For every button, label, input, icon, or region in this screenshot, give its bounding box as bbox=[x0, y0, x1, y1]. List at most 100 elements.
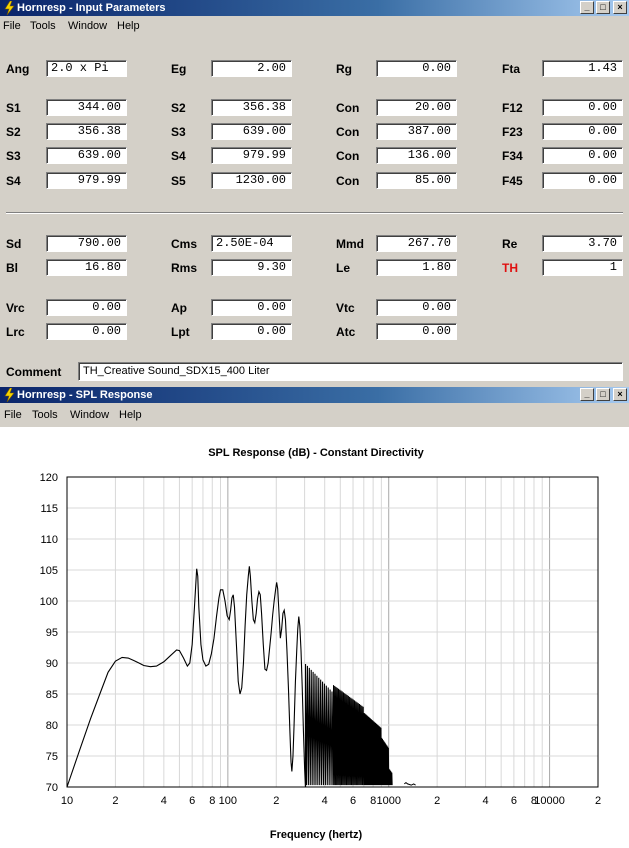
spl-response-chart: SPL Response (dB) - Constant Directivity… bbox=[40, 447, 601, 841]
param-field-s5-4-1[interactable]: 1230.00 bbox=[211, 172, 292, 189]
param-field-bl-6-0[interactable]: 16.80 bbox=[46, 259, 127, 276]
param-field-rms-6-1[interactable]: 9.30 bbox=[211, 259, 292, 276]
param-field-vtc-7-2[interactable]: 0.00 bbox=[376, 299, 457, 316]
param-field-lrc-8-0[interactable]: 0.00 bbox=[46, 323, 127, 340]
section-divider bbox=[6, 212, 623, 214]
close-button[interactable]: × bbox=[613, 388, 627, 401]
param-label-atc-8-2: Atc bbox=[336, 325, 356, 339]
x-tick-label: 2 bbox=[273, 795, 279, 807]
param-label-s2-1-1: S2 bbox=[171, 101, 186, 115]
x-tick-label: 6 bbox=[511, 795, 517, 807]
lightning-icon bbox=[4, 388, 15, 402]
param-field-con-2-2[interactable]: 387.00 bbox=[376, 123, 457, 140]
minimize-button[interactable]: _ bbox=[580, 388, 594, 401]
param-field-s2-1-1[interactable]: 356.38 bbox=[211, 99, 292, 116]
param-label-f23-2-3: F23 bbox=[502, 125, 523, 139]
param-label-f12-1-3: F12 bbox=[502, 101, 523, 115]
param-field-s2-2-0[interactable]: 356.38 bbox=[46, 123, 127, 140]
comment-field[interactable]: TH_Creative Sound_SDX15_400 Liter bbox=[78, 362, 623, 381]
maximize-button[interactable]: □ bbox=[596, 1, 610, 14]
menu-window[interactable]: Window bbox=[70, 409, 109, 421]
param-field-sd-5-0[interactable]: 790.00 bbox=[46, 235, 127, 252]
x-tick-label: 8 bbox=[370, 795, 376, 807]
param-field-f45-4-3[interactable]: 0.00 bbox=[542, 172, 623, 189]
spl-response-titlebar[interactable]: Hornresp - SPL Response _ □ × bbox=[0, 387, 629, 403]
param-field-eg-0-1[interactable]: 2.00 bbox=[211, 60, 292, 77]
param-field-atc-8-2[interactable]: 0.00 bbox=[376, 323, 457, 340]
param-field-f34-3-3[interactable]: 0.00 bbox=[542, 147, 623, 164]
param-field-con-3-2[interactable]: 136.00 bbox=[376, 147, 457, 164]
param-field-lpt-8-1[interactable]: 0.00 bbox=[211, 323, 292, 340]
input-parameters-titlebar[interactable]: Hornresp - Input Parameters _ □ × bbox=[0, 0, 629, 16]
y-tick-label: 110 bbox=[40, 534, 58, 546]
maximize-button[interactable]: □ bbox=[596, 388, 610, 401]
close-button[interactable]: × bbox=[613, 1, 627, 14]
param-label-sd-5-0: Sd bbox=[6, 237, 22, 251]
param-label-con-2-2: Con bbox=[336, 125, 360, 139]
param-label-le-6-2: Le bbox=[336, 261, 351, 275]
menu-tools[interactable]: Tools bbox=[30, 20, 56, 32]
menu-file[interactable]: File bbox=[3, 20, 21, 32]
y-tick-label: 105 bbox=[40, 565, 58, 577]
param-label-re-5-3: Re bbox=[502, 237, 518, 251]
param-label-bl-6-0: Bl bbox=[6, 261, 18, 275]
param-field-fta-0-3[interactable]: 1.43 bbox=[542, 60, 623, 77]
minimize-button[interactable]: _ bbox=[580, 1, 594, 14]
spl-response-window: Hornresp - SPL Response _ □ × File Tools… bbox=[0, 387, 629, 848]
param-field-ap-7-1[interactable]: 0.00 bbox=[211, 299, 292, 316]
menu-help[interactable]: Help bbox=[117, 20, 140, 32]
x-tick-label: 6 bbox=[350, 795, 356, 807]
param-field-s3-2-1[interactable]: 639.00 bbox=[211, 123, 292, 140]
y-tick-label: 95 bbox=[46, 627, 58, 639]
y-tick-label: 115 bbox=[40, 503, 58, 515]
param-label-f34-3-3: F34 bbox=[502, 149, 523, 163]
x-tick-label: 6 bbox=[189, 795, 195, 807]
param-label-lpt-8-1: Lpt bbox=[171, 325, 190, 339]
param-field-rg-0-2[interactable]: 0.00 bbox=[376, 60, 457, 77]
param-field-th-6-3[interactable]: 1 bbox=[542, 259, 623, 276]
param-field-cms-5-1[interactable]: 2.50E-04 bbox=[211, 235, 292, 252]
menu-help[interactable]: Help bbox=[119, 409, 142, 421]
param-label-s5-4-1: S5 bbox=[171, 174, 186, 188]
param-label-s4-4-0: S4 bbox=[6, 174, 21, 188]
param-field-re-5-3[interactable]: 3.70 bbox=[542, 235, 623, 252]
param-field-con-1-2[interactable]: 20.00 bbox=[376, 99, 457, 116]
param-label-rg-0-2: Rg bbox=[336, 62, 352, 76]
menu-file[interactable]: File bbox=[4, 409, 22, 421]
param-field-mmd-5-2[interactable]: 267.70 bbox=[376, 235, 457, 252]
param-field-s3-3-0[interactable]: 639.00 bbox=[46, 147, 127, 164]
param-field-s1-1-0[interactable]: 344.00 bbox=[46, 99, 127, 116]
param-field-ang-0-0[interactable]: 2.0 x Pi bbox=[46, 60, 127, 77]
param-label-vtc-7-2: Vtc bbox=[336, 301, 355, 315]
param-field-vrc-7-0[interactable]: 0.00 bbox=[46, 299, 127, 316]
x-tick-label: 2 bbox=[595, 795, 601, 807]
spl-curve-tail bbox=[404, 782, 416, 786]
x-tick-label: 1000 bbox=[376, 795, 400, 807]
param-label-ang-0-0: Ang bbox=[6, 62, 30, 76]
chart-title: SPL Response (dB) - Constant Directivity bbox=[208, 447, 424, 459]
param-label-s4-3-1: S4 bbox=[171, 149, 186, 163]
param-field-s4-3-1[interactable]: 979.99 bbox=[211, 147, 292, 164]
input-parameters-window: Hornresp - Input Parameters _ □ × File T… bbox=[0, 0, 629, 385]
y-tick-label: 90 bbox=[46, 658, 58, 670]
param-label-s2-2-0: S2 bbox=[6, 125, 21, 139]
menu-window[interactable]: Window bbox=[68, 20, 107, 32]
param-label-mmd-5-2: Mmd bbox=[336, 237, 364, 251]
menu-tools[interactable]: Tools bbox=[32, 409, 58, 421]
window-title: Hornresp - SPL Response bbox=[17, 389, 153, 401]
param-field-s4-4-0[interactable]: 979.99 bbox=[46, 172, 127, 189]
param-field-f23-2-3[interactable]: 0.00 bbox=[542, 123, 623, 140]
param-label-con-4-2: Con bbox=[336, 174, 360, 188]
param-label-con-3-2: Con bbox=[336, 149, 360, 163]
param-field-le-6-2[interactable]: 1.80 bbox=[376, 259, 457, 276]
param-field-f12-1-3[interactable]: 0.00 bbox=[542, 99, 623, 116]
param-label-s3-3-0: S3 bbox=[6, 149, 21, 163]
y-tick-label: 75 bbox=[46, 751, 58, 763]
param-label-lrc-8-0: Lrc bbox=[6, 325, 25, 339]
param-field-con-4-2[interactable]: 85.00 bbox=[376, 172, 457, 189]
y-tick-label: 85 bbox=[46, 689, 58, 701]
x-axis-label: Frequency (hertz) bbox=[270, 829, 363, 841]
param-label-f45-4-3: F45 bbox=[502, 174, 523, 188]
param-label-vrc-7-0: Vrc bbox=[6, 301, 25, 315]
param-label-rms-6-1: Rms bbox=[171, 261, 198, 275]
